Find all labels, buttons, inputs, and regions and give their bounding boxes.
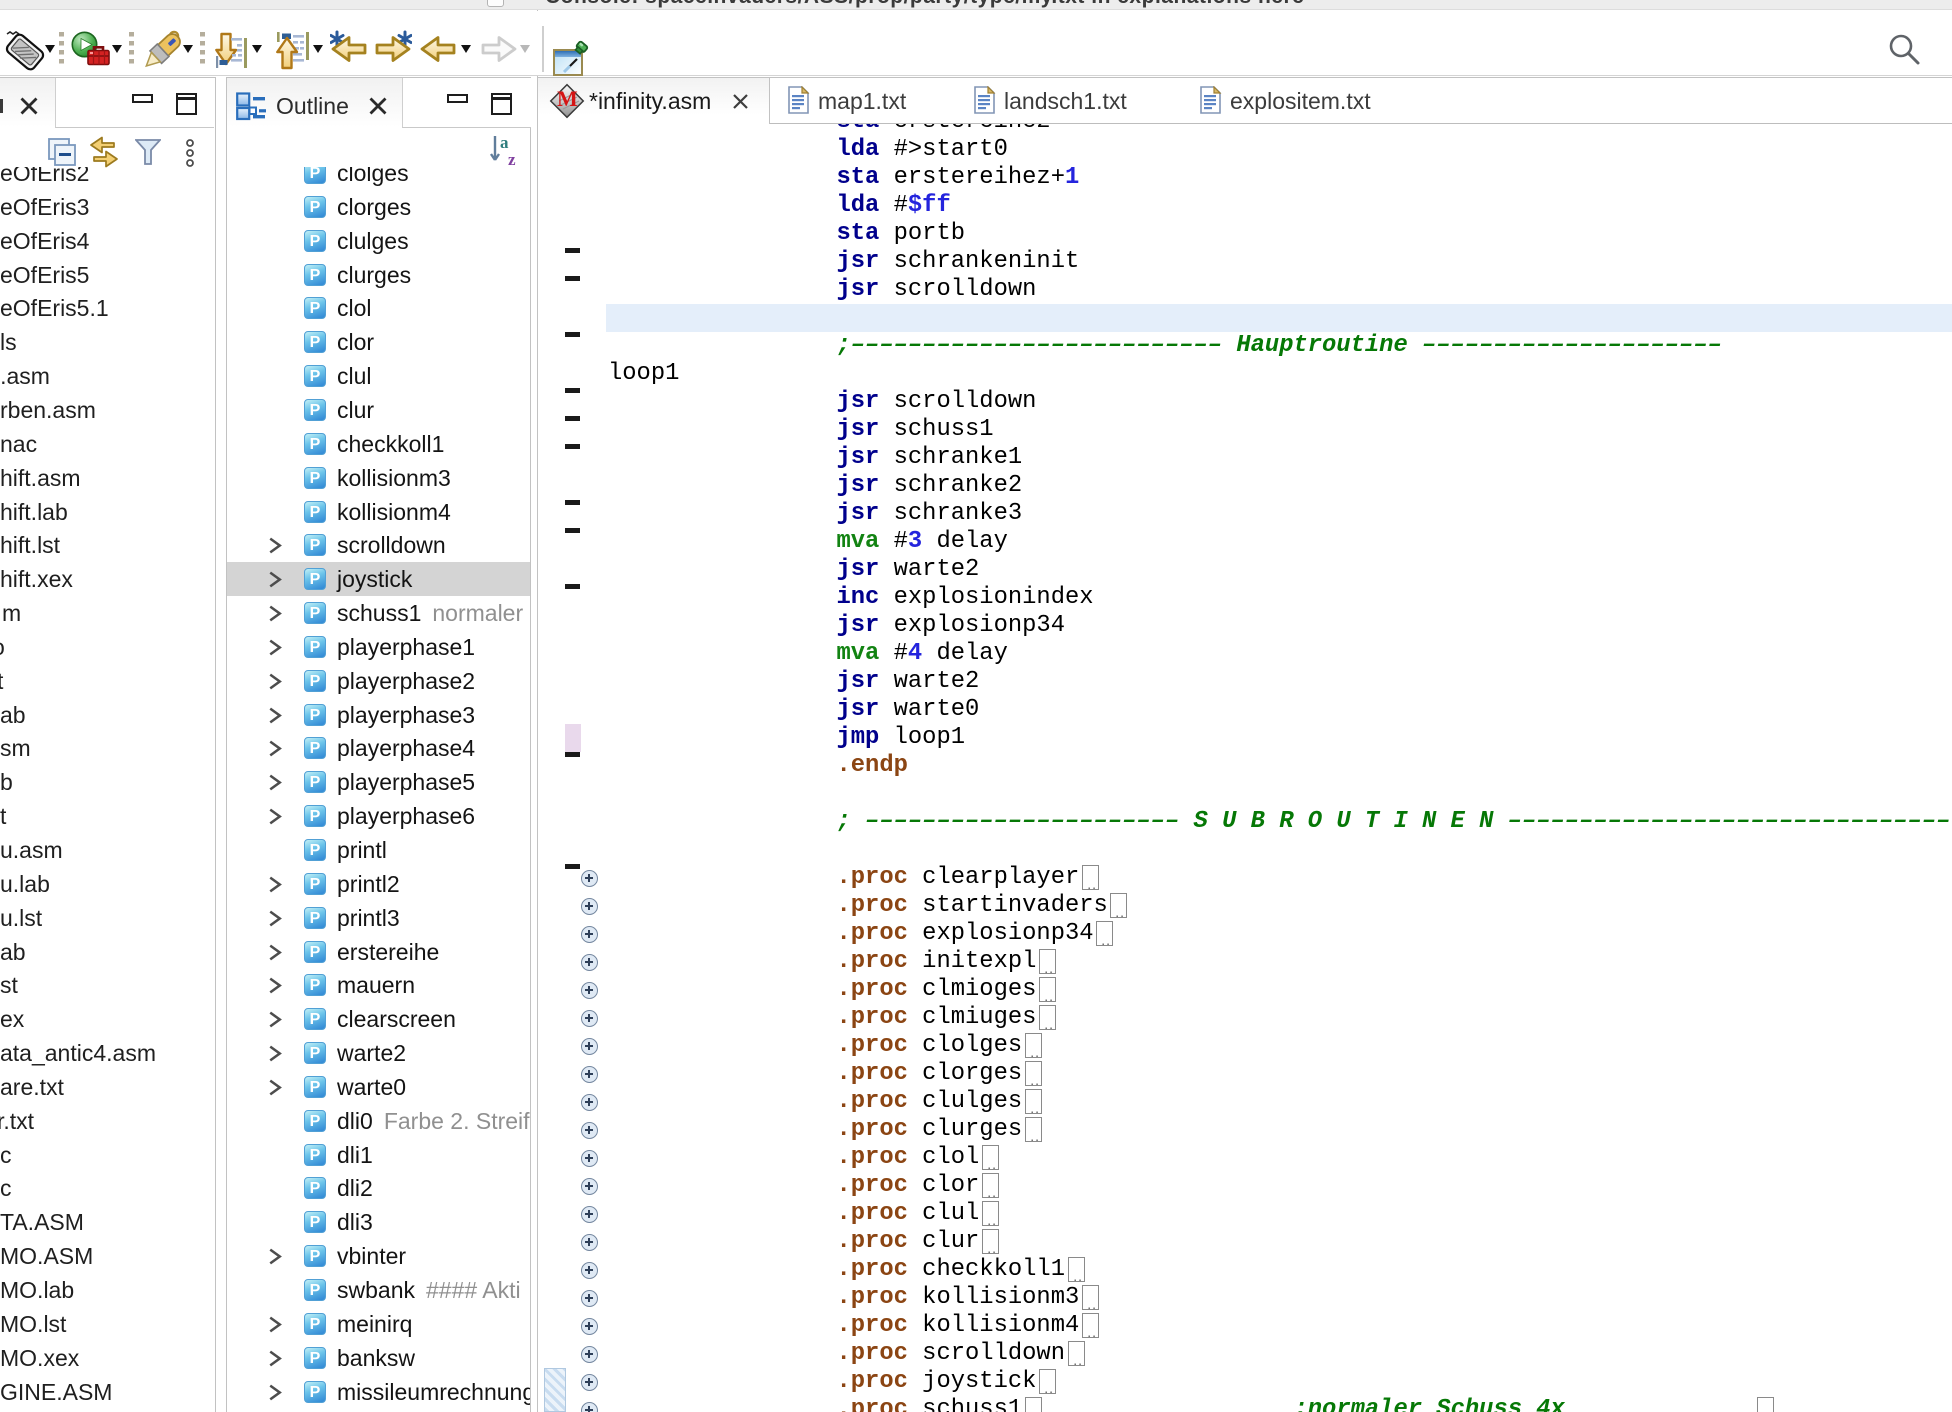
svg-text:M: M <box>557 86 578 111</box>
svg-text:z: z <box>508 150 516 168</box>
